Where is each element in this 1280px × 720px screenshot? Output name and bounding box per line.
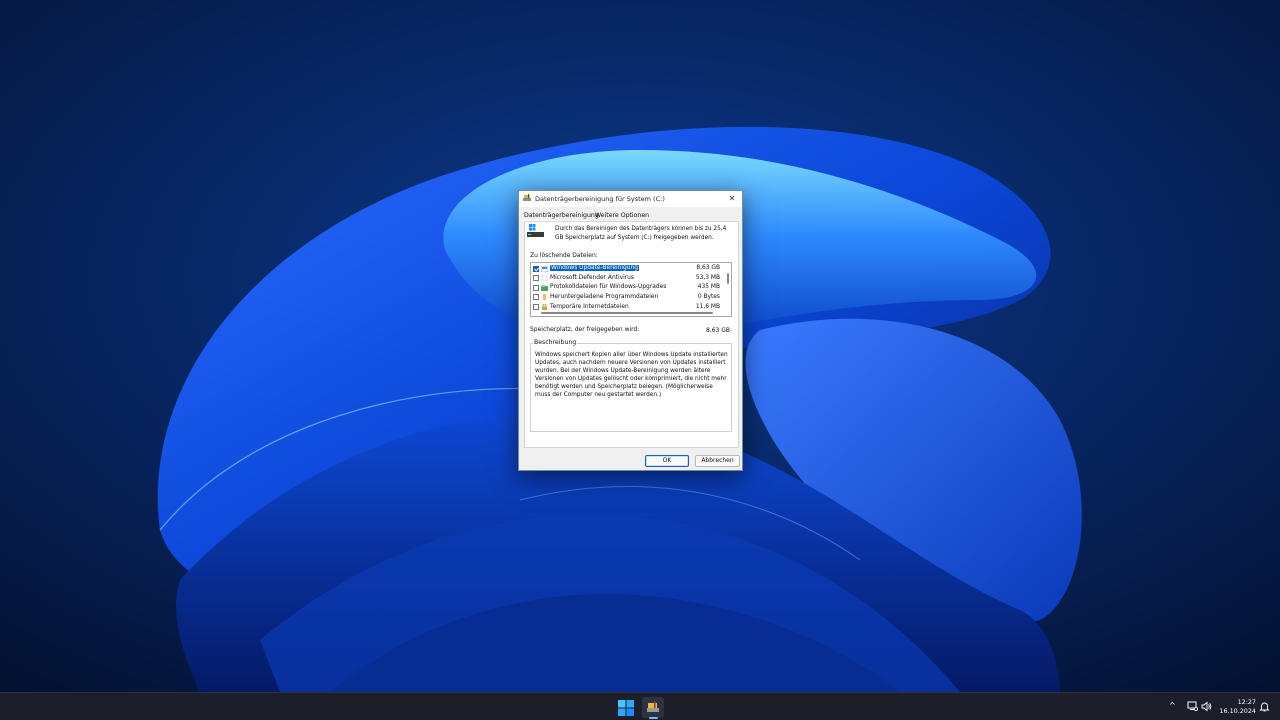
horizontal-scroll-thumb[interactable] (541, 312, 713, 314)
file-name: Microsoft Defender Antivirus (550, 274, 634, 281)
dialog-title: Datenträgerbereinigung für System (C:) (535, 195, 665, 203)
list-item[interactable]: Heruntergeladene Programmdateien 0 Bytes (531, 293, 723, 303)
disk-cleanup-icon (647, 701, 659, 712)
description-label: Beschreibung (533, 339, 578, 346)
lock-icon (542, 303, 547, 310)
windows-start-icon[interactable] (617, 699, 635, 717)
description-text: Windows speichert Kopien aller über Wind… (535, 352, 728, 398)
clock-time: 12:27 (1237, 698, 1256, 706)
taskbar: ^ 12:27 16.10.2024 (0, 692, 1280, 720)
active-tab-indicator (523, 220, 591, 221)
space-freed-label: Speicherplatz, der freigegeben wird: (530, 326, 640, 333)
blank-file-icon (541, 275, 548, 282)
close-button[interactable]: ✕ (724, 192, 740, 206)
clock-date: 16.10.2024 (1219, 707, 1256, 715)
clock[interactable]: 12:27 16.10.2024 (1218, 698, 1256, 716)
list-item[interactable]: Protokolldateien für Windows-Upgrades 43… (531, 283, 723, 293)
file-size: 11,6 MB (695, 303, 720, 310)
list-item[interactable]: Temporäre Internetdateien 11,6 MB (531, 302, 723, 312)
dialog-titlebar[interactable]: Datenträgerbereinigung für System (C:) ✕ (519, 191, 742, 207)
volume-icon[interactable] (1201, 701, 1212, 712)
tab-more-options[interactable]: Weitere Optionen (595, 212, 649, 219)
file-name: Protokolldateien für Windows-Upgrades (550, 284, 667, 291)
checkbox[interactable] (533, 265, 539, 272)
file-size: 8,63 GB (696, 265, 720, 272)
taskbar-disk-cleanup-button[interactable] (642, 697, 664, 718)
file-name: Temporäre Internetdateien (550, 303, 629, 310)
file-name: Windows Update-Bereinigung (550, 265, 639, 272)
disk-cleanup-dialog: Datenträgerbereinigung für System (C:) ✕… (518, 190, 743, 471)
disk-cleanup-icon (523, 194, 531, 201)
file-size: 0 Bytes (697, 293, 720, 300)
intro-text: Durch das Bereinigen des Datenträgers kö… (555, 226, 727, 241)
log-files-icon (541, 284, 548, 291)
network-icon[interactable] (1187, 701, 1198, 712)
checkbox[interactable] (533, 275, 539, 282)
vertical-scroll-thumb[interactable] (727, 273, 729, 284)
files-list[interactable]: Windows Update-Bereinigung 8,63 GB Micro… (530, 262, 732, 317)
file-name: Heruntergeladene Programmdateien (550, 293, 659, 300)
files-to-delete-label: Zu löschende Dateien: (530, 252, 598, 259)
file-size: 53,3 MB (695, 274, 720, 281)
list-item[interactable]: Microsoft Defender Antivirus 53,3 MB (531, 274, 723, 284)
folder-icon (543, 294, 546, 301)
tab-disk-cleanup[interactable]: Datenträgerbereinigung (524, 212, 599, 219)
space-freed-value: 8,63 GB (706, 327, 731, 334)
file-size: 435 MB (697, 284, 720, 291)
running-app-indicator (649, 717, 658, 719)
ok-button[interactable]: OK (645, 455, 689, 467)
checkbox[interactable] (533, 303, 539, 310)
list-item[interactable]: Windows Update-Bereinigung 8,63 GB (531, 264, 723, 274)
drive-icon (527, 224, 544, 237)
checkbox[interactable] (533, 294, 539, 301)
checkbox[interactable] (533, 284, 539, 291)
show-hidden-icons-chevron-icon[interactable]: ^ (1169, 701, 1179, 711)
cancel-button[interactable]: Abbrechen (695, 455, 740, 467)
windows-update-icon (541, 265, 548, 272)
notification-bell-icon[interactable] (1259, 701, 1270, 712)
